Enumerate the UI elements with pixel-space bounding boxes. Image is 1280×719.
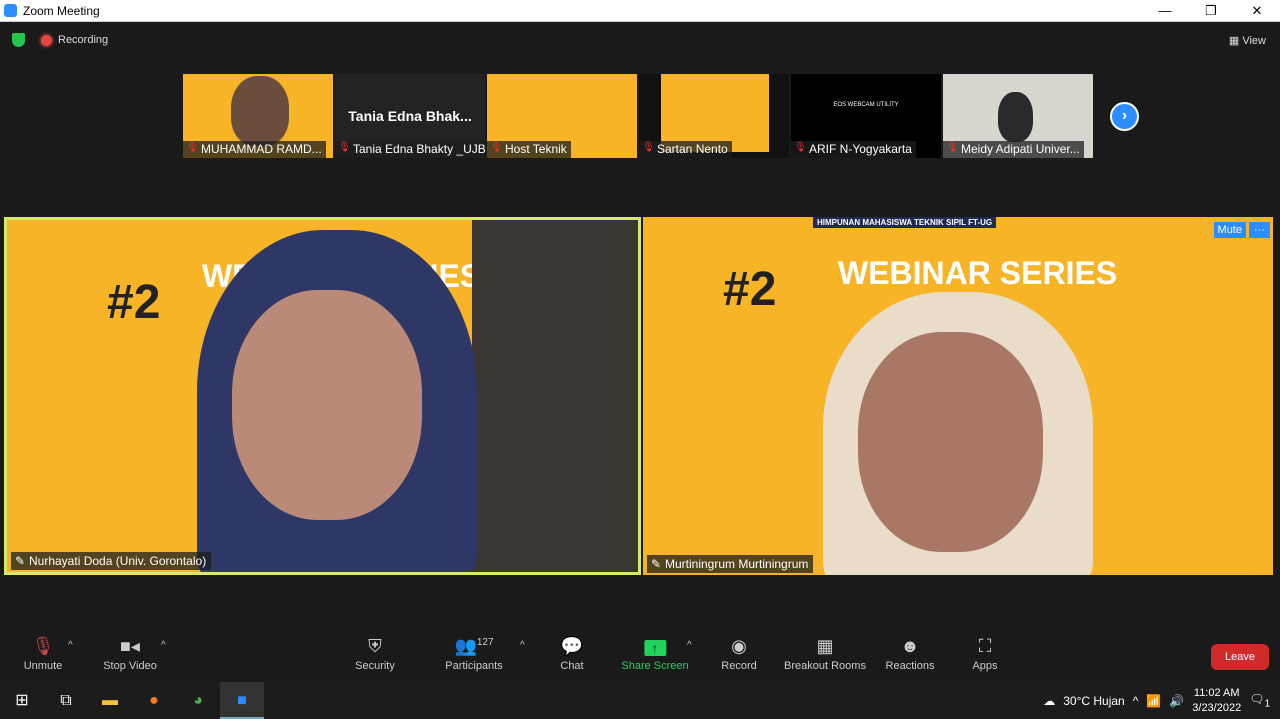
participant-thumbnail[interactable]: Sartan Nento bbox=[639, 74, 789, 158]
leave-button[interactable]: Leave bbox=[1211, 644, 1269, 670]
participant-count: 127 bbox=[476, 637, 494, 648]
security-button[interactable]: ⛨ Security bbox=[355, 636, 395, 672]
file-explorer-icon[interactable]: ▬ bbox=[88, 682, 132, 719]
chat-label: Chat bbox=[560, 660, 584, 672]
slide-title: WEBINAR SERIES bbox=[838, 255, 1118, 291]
mute-button[interactable]: Mute bbox=[1213, 222, 1246, 238]
participants-icon: 👥 bbox=[454, 636, 477, 656]
participant-name: Meidy Adipati Univer... bbox=[943, 141, 1084, 158]
apps-label: Apps bbox=[972, 660, 998, 672]
participant-name: ARIF N-Yogyakarta bbox=[791, 141, 916, 158]
participant-thumbnail[interactable]: EOS WEBCAM UTILITY ARIF N-Yogyakarta bbox=[791, 74, 941, 158]
chat-icon: 💬 bbox=[560, 636, 584, 656]
participants-caret[interactable]: ^ bbox=[520, 640, 525, 651]
unmute-label: Unmute bbox=[23, 660, 63, 672]
video-options-caret[interactable]: ^ bbox=[161, 640, 166, 651]
share-screen-button[interactable]: ↑ Share Screen bbox=[621, 636, 689, 672]
audio-options-caret[interactable]: ^ bbox=[68, 640, 73, 651]
minimize-button[interactable]: — bbox=[1142, 0, 1188, 22]
meeting-toolbar: 🎙 Unmute ^ ■◂ Stop Video ^ ⛨ Security 👥127 P… bbox=[0, 630, 1280, 682]
apps-icon: ⛶ bbox=[978, 636, 992, 656]
participant-name: MUHAMMAD RAMD... bbox=[183, 141, 326, 158]
slide-number: #2 bbox=[107, 276, 161, 329]
record-button[interactable]: ◉ Record bbox=[721, 636, 756, 672]
clock[interactable]: 11:02 AM 3/23/2022 bbox=[1192, 686, 1241, 716]
view-button[interactable]: ▦ View bbox=[1229, 34, 1266, 47]
reactions-icon: ☻ bbox=[900, 636, 920, 656]
apps-button[interactable]: ⛶ Apps bbox=[972, 636, 997, 672]
chrome-icon[interactable]: ◕ bbox=[176, 682, 220, 719]
zoom-logo-icon bbox=[4, 4, 17, 17]
reactions-button[interactable]: ☻ Reactions bbox=[886, 636, 935, 672]
participant-name: Host Teknik bbox=[487, 141, 571, 158]
participant-name: Sartan Nento bbox=[639, 141, 732, 158]
volume-icon[interactable]: 🔊 bbox=[1169, 694, 1184, 708]
participants-button[interactable]: 👥127 Participants bbox=[445, 636, 502, 672]
time: 11:02 AM bbox=[1193, 686, 1240, 699]
webcam-overlay-text: EOS WEBCAM UTILITY bbox=[833, 102, 899, 108]
participants-label: Participants bbox=[445, 660, 503, 672]
share-screen-icon: ↑ bbox=[643, 640, 666, 656]
notifications-icon[interactable]: 🗨1 bbox=[1249, 692, 1270, 709]
record-label: Record bbox=[721, 660, 757, 672]
tray-chevron-icon[interactable]: ^ bbox=[1133, 694, 1139, 708]
windows-taskbar: ⊞ ⧉ ▬ ● ◕ ■ ☁ 30°C Hujan ^ 📶 🔊 11:02 AM 3… bbox=[0, 682, 1280, 719]
next-page-button[interactable]: › bbox=[1110, 102, 1139, 131]
slide-number: #2 bbox=[723, 263, 777, 316]
slide-header: HIMPUNAN MAHASISWA TEKNIK SIPIL FT-UG bbox=[813, 217, 997, 228]
windows-start-icon[interactable]: ⊞ bbox=[0, 682, 44, 719]
firefox-icon[interactable]: ● bbox=[132, 682, 176, 719]
share-screen-label: Share Screen bbox=[621, 660, 689, 672]
muted-mic-icon: 🎙 bbox=[31, 636, 55, 656]
network-icon[interactable]: 📶 bbox=[1146, 694, 1161, 708]
weather-icon: ☁ bbox=[1043, 693, 1056, 708]
participant-video[interactable]: HIMPUNAN MAHASISWA TEKNIK SIPIL FT-UG #2… bbox=[643, 217, 1273, 575]
date: 3/23/2022 bbox=[1192, 701, 1242, 714]
weather-text[interactable]: 30°C Hujan bbox=[1063, 694, 1125, 708]
participant-name: Nurhayati Doda (Univ. Gorontalo) bbox=[11, 552, 212, 570]
participant-thumbnail[interactable]: Host Teknik bbox=[487, 74, 637, 158]
maximize-button[interactable]: ❐ bbox=[1188, 0, 1234, 22]
shield-icon: ⛨ bbox=[368, 636, 382, 656]
stop-video-button[interactable]: ■◂ Stop Video bbox=[103, 636, 157, 672]
window-title: Zoom Meeting bbox=[23, 3, 100, 18]
task-view-icon[interactable]: ⧉ bbox=[44, 682, 88, 719]
video-camera-icon: ■◂ bbox=[120, 636, 140, 656]
participant-thumbnail[interactable]: MUHAMMAD RAMD... bbox=[183, 74, 333, 158]
close-button[interactable]: ✕ bbox=[1234, 0, 1280, 22]
thumbnail-strip: MUHAMMAD RAMD... Tania Edna Bhak...Tania… bbox=[183, 74, 1093, 158]
participant-thumbnail[interactable]: Meidy Adipati Univer... bbox=[943, 74, 1093, 158]
record-icon: ◉ bbox=[731, 636, 747, 656]
breakout-rooms-icon: ▦ bbox=[816, 636, 834, 656]
recording-label: Recording bbox=[58, 34, 109, 46]
breakout-label: Breakout Rooms bbox=[784, 660, 866, 672]
reactions-label: Reactions bbox=[885, 660, 935, 672]
share-options-caret[interactable]: ^ bbox=[687, 640, 692, 651]
chat-button[interactable]: 💬 Chat bbox=[560, 636, 583, 672]
zoom-taskbar-icon[interactable]: ■ bbox=[220, 682, 264, 719]
breakout-rooms-button[interactable]: ▦ Breakout Rooms bbox=[784, 636, 866, 672]
unmute-button[interactable]: 🎙 Unmute bbox=[24, 636, 63, 672]
notification-count: 1 bbox=[1264, 698, 1270, 710]
participant-big-name: Tania Edna Bhak... bbox=[348, 108, 472, 124]
stop-video-label: Stop Video bbox=[103, 660, 157, 672]
participant-video[interactable]: #2 WEBINAR SERIES Nurhayati Doda (Univ. … bbox=[4, 217, 641, 575]
security-label: Security bbox=[355, 660, 395, 672]
view-label: View bbox=[1242, 34, 1266, 47]
participant-name: Murtiningrum Murtiningrum bbox=[647, 555, 814, 573]
recording-icon bbox=[41, 34, 52, 46]
security-shield-icon[interactable] bbox=[12, 33, 25, 47]
participant-name: Tania Edna Bhakty _UJB bbox=[335, 141, 485, 158]
more-options-button[interactable]: ··· bbox=[1249, 222, 1270, 238]
title-bar: Zoom Meeting — ❐ ✕ bbox=[0, 0, 1280, 22]
participant-thumbnail[interactable]: Tania Edna Bhak... Tania Edna Bhakty _UJB bbox=[335, 74, 485, 158]
